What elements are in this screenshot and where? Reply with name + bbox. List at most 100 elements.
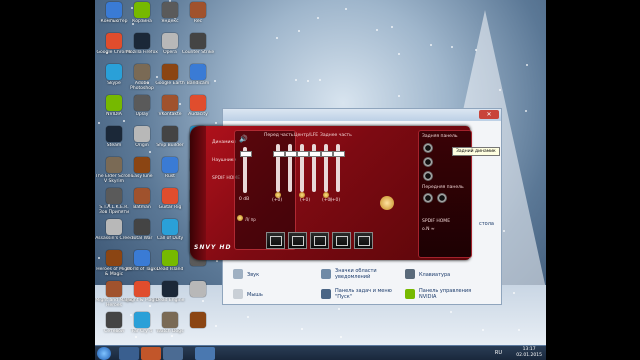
cp-item-notification[interactable]: Значки области уведомлений — [335, 268, 395, 280]
app-icon — [134, 64, 150, 80]
control-panel-taskbar-button[interactable] — [195, 347, 215, 360]
explorer-taskbar-button[interactable] — [119, 347, 139, 360]
media-taskbar-button[interactable] — [141, 347, 161, 360]
desktop-icon[interactable]: Counter Strike — [182, 33, 214, 67]
front-panel-label: Передняя панель — [422, 185, 464, 190]
snowflake — [525, 110, 527, 112]
channel-slider-knob[interactable] — [333, 151, 345, 157]
taskbar-menu-icon — [321, 289, 331, 299]
channel-slider[interactable] — [321, 144, 333, 192]
sound-effects-button[interactable] — [288, 232, 307, 249]
front-jack-1[interactable] — [423, 193, 433, 203]
balance-label: Л/ пр — [245, 217, 256, 222]
control-panel-titlebar[interactable]: ✕ — [223, 109, 501, 121]
desktop-icon-label: Counter Strike — [181, 50, 215, 55]
rear-jack-2[interactable] — [423, 157, 433, 167]
app-icon — [106, 281, 122, 297]
app-icon — [134, 312, 150, 328]
channel-slider-knob[interactable] — [285, 151, 297, 157]
microphone-button[interactable] — [380, 196, 394, 210]
letterbox-left — [0, 0, 95, 360]
equalizer-button[interactable] — [354, 232, 373, 249]
snowflake — [215, 122, 217, 124]
app-icon — [106, 64, 122, 80]
app-icon — [106, 250, 122, 266]
snowflake — [301, 328, 303, 330]
keyboard-icon — [405, 269, 415, 279]
folder-taskbar-button[interactable] — [163, 347, 183, 360]
app-icon — [190, 95, 206, 111]
snowflake — [338, 308, 340, 310]
snowflake — [298, 30, 300, 32]
room-correction-icon — [314, 236, 326, 246]
cp-item-nvidia[interactable]: Панель управления NVIDIA — [419, 288, 481, 300]
channel-slider[interactable] — [273, 144, 285, 192]
speaker-config-button[interactable] — [266, 232, 285, 249]
rear-jack-1[interactable] — [423, 143, 433, 153]
desktop-icon-label — [179, 267, 217, 277]
channel-slider-knob[interactable] — [273, 151, 285, 157]
speaker-icon — [233, 269, 243, 279]
snowflake — [518, 329, 520, 331]
brand-logo: SNVY HD — [194, 244, 232, 251]
cp-item-keyboard[interactable]: Клавиатура — [419, 272, 450, 278]
mute-dot[interactable] — [237, 215, 243, 221]
app-icon — [162, 250, 178, 266]
app-icon — [106, 188, 122, 204]
channel-slider[interactable] — [309, 144, 321, 192]
cp-item-mouse[interactable]: Мышь — [247, 292, 263, 298]
channel-slider-knob[interactable] — [321, 151, 333, 157]
app-icon — [134, 95, 150, 111]
master-volume-knob[interactable] — [240, 151, 252, 157]
speaker-config-icon — [270, 236, 282, 246]
cp-item-taskbar[interactable]: Панель задач и меню "Пуск" — [335, 288, 397, 300]
master-volume-slider[interactable] — [240, 147, 252, 193]
sound-effects-icon — [292, 236, 304, 246]
desktop-icon[interactable]: Bandicam — [183, 64, 213, 98]
app-icon — [162, 188, 178, 204]
channel-slider[interactable] — [333, 144, 345, 192]
app-icon — [162, 64, 178, 80]
spdif-label: SPDIF HOME — [422, 219, 451, 224]
hd-audio-manager-window[interactable]: Динамики Наушники SPDIF HOME 🔊 0 dB Л/ п… — [190, 126, 478, 260]
desktop-icon[interactable] — [183, 281, 213, 315]
clock-date: 02.01.2015 — [516, 353, 542, 358]
room-correction-button[interactable] — [310, 232, 329, 249]
rear-jack-3[interactable] — [423, 171, 433, 181]
snowflake — [450, 311, 452, 313]
channel-slider-knob[interactable] — [309, 151, 321, 157]
app-icon — [162, 2, 178, 18]
slider-value-1: (+0) — [272, 198, 283, 203]
language-indicator[interactable]: RU — [495, 350, 502, 356]
app-icon — [134, 219, 150, 235]
desktop-icon[interactable]: Rec — [183, 2, 213, 36]
channel-slider[interactable] — [285, 144, 297, 192]
channel-slider[interactable] — [297, 144, 309, 192]
cp-item-sound[interactable]: Звук — [247, 272, 259, 278]
app-icon — [106, 312, 122, 328]
app-icon — [106, 157, 122, 173]
snowflake — [398, 95, 400, 97]
close-button[interactable]: ✕ — [479, 110, 499, 119]
default-format-button[interactable] — [332, 232, 351, 249]
group-rear: Заднее часть — [320, 133, 352, 138]
snowflake — [317, 17, 319, 19]
app-icon — [134, 250, 150, 266]
desktop-icon[interactable] — [183, 312, 213, 345]
desktop-icon[interactable]: Audacity — [183, 95, 213, 129]
clock[interactable]: 13:17 02.01.2015 — [516, 347, 542, 359]
snowflake — [216, 260, 218, 262]
label-headphones: Наушники — [212, 158, 237, 163]
app-icon — [106, 33, 122, 49]
letterbox-right — [546, 0, 640, 360]
screen: Компьютер Google Chrome Skype NVIDIA Steam Th… — [0, 0, 640, 360]
front-jack-2[interactable] — [437, 193, 447, 203]
audio-manager-leftcap — [190, 126, 206, 260]
start-button[interactable] — [97, 347, 111, 360]
default-format-icon — [336, 236, 348, 246]
app-icon — [190, 312, 206, 328]
snowflake — [482, 329, 484, 331]
channel-slider-knob[interactable] — [297, 151, 309, 157]
snowflake — [503, 230, 505, 232]
desktop-icon-label: Audacity — [188, 112, 208, 117]
